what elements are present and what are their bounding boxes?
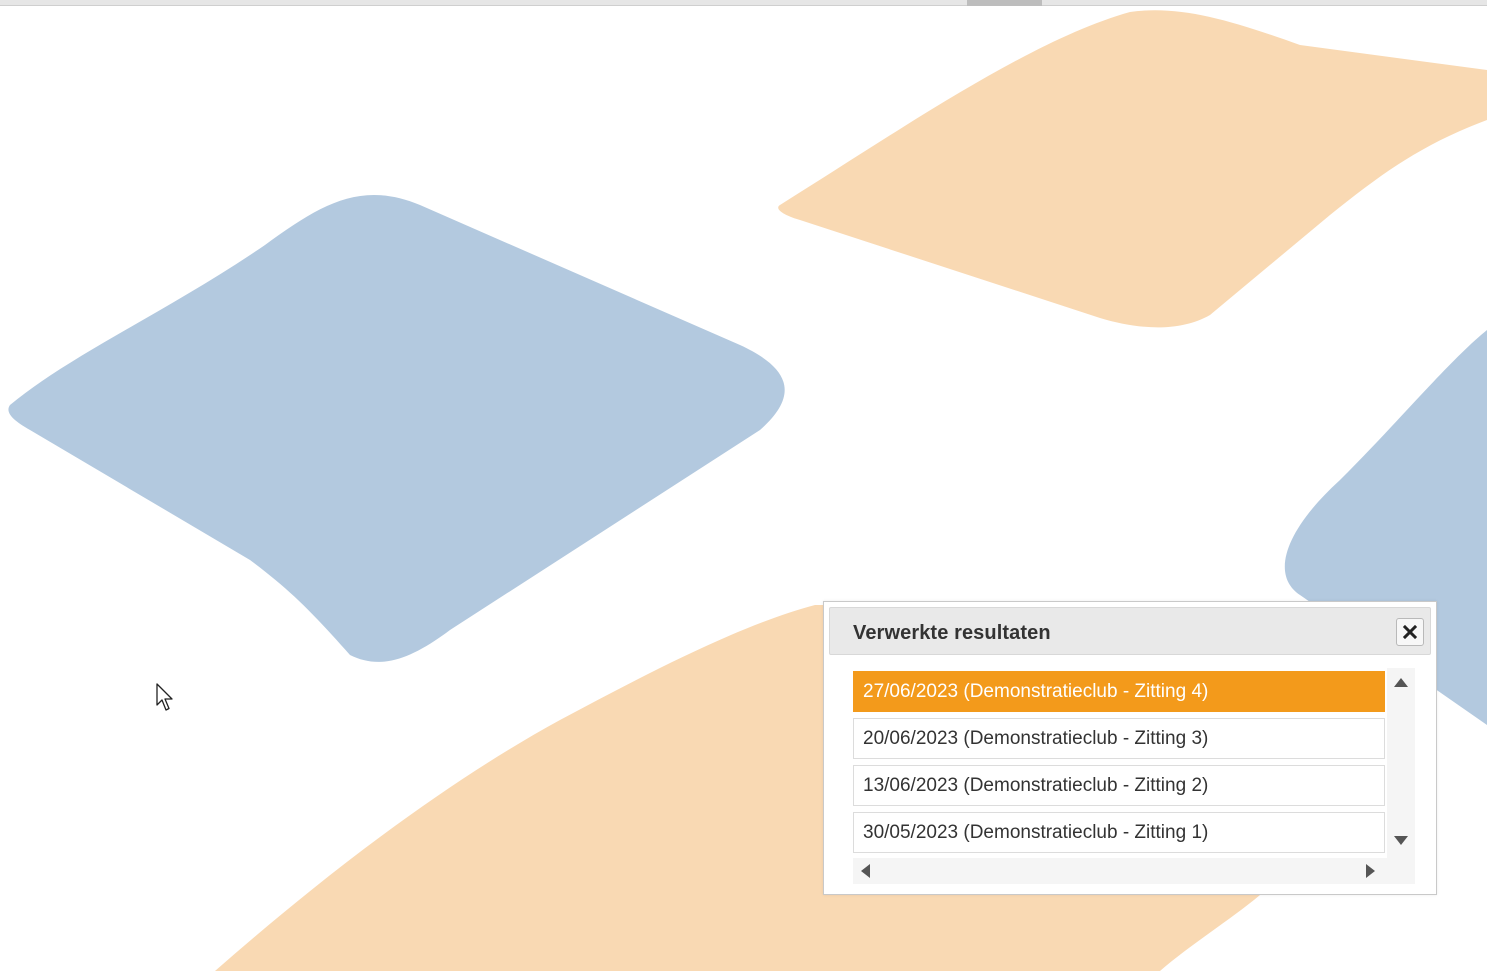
dialog-title: Verwerkte resultaten [853,622,1051,644]
result-list-item[interactable]: 13/06/2023 (Demonstratieclub - Zitting 2… [853,765,1385,806]
scroll-down-icon[interactable] [1394,836,1408,845]
results-list[interactable]: 27/06/2023 (Demonstratieclub - Zitting 4… [853,668,1385,858]
dialog-header: Verwerkte resultaten [829,607,1431,655]
result-list-item[interactable]: 27/06/2023 (Demonstratieclub - Zitting 4… [853,671,1385,712]
scroll-right-icon[interactable] [1366,864,1375,878]
vertical-scrollbar[interactable] [1387,668,1415,858]
scroll-left-icon[interactable] [861,864,870,878]
close-icon [1403,625,1417,639]
horizontal-scrollbar[interactable] [853,858,1415,884]
scroll-up-icon[interactable] [1394,678,1408,687]
bg-blue-shape [8,194,785,662]
desktop-background: Verwerkte resultaten 27/06/2023 (Demonst… [0,0,1487,971]
result-list-item[interactable]: 20/06/2023 (Demonstratieclub - Zitting 3… [853,718,1385,759]
mouse-pointer-icon [156,683,173,711]
top-scrollbar[interactable] [0,0,1487,6]
result-list-item[interactable]: 30/05/2023 (Demonstratieclub - Zitting 1… [853,812,1385,853]
close-button[interactable] [1396,618,1424,646]
processed-results-dialog: Verwerkte resultaten 27/06/2023 (Demonst… [823,601,1437,895]
top-scrollbar-thumb[interactable] [967,0,1042,6]
bg-orange-shape-top [778,10,1487,328]
